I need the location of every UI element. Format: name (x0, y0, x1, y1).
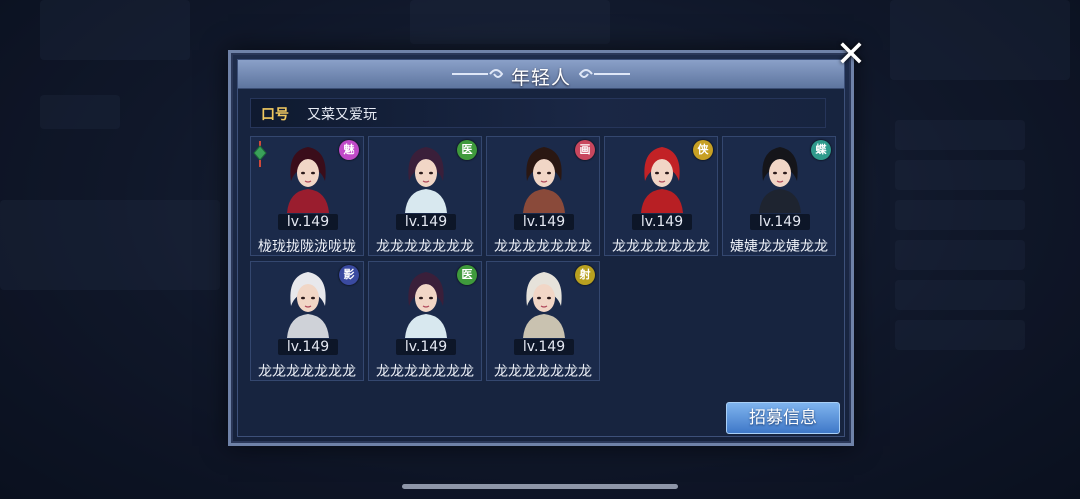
dialog-title: 年轻人 (510, 67, 571, 89)
member-portrait (287, 147, 329, 213)
member-level: lv.149 (278, 339, 338, 355)
member-card[interactable]: 医 lv.149 龙龙龙龙龙龙龙 (368, 261, 482, 381)
member-portrait (523, 272, 565, 338)
member-name: 龙龙龙龙龙龙龙 (376, 239, 474, 255)
member-portrait (405, 147, 447, 213)
member-level: lv.149 (750, 214, 810, 230)
member-level: lv.149 (632, 214, 692, 230)
member-card[interactable]: 射 lv.149 龙龙龙龙龙龙龙 (486, 261, 600, 381)
member-card[interactable]: 医 lv.149 龙龙龙龙龙龙龙 (368, 136, 482, 256)
class-badge-icon: 蝶 (811, 140, 831, 160)
member-card[interactable]: 蝶 lv.149 婕婕龙龙婕龙龙 (722, 136, 836, 256)
member-portrait (287, 272, 329, 338)
close-icon[interactable]: ✕ (834, 37, 868, 73)
member-level: lv.149 (514, 339, 574, 355)
class-badge-icon: 医 (457, 140, 477, 160)
member-level: lv.149 (396, 339, 456, 355)
dialog-body: 年轻人 口号 又菜又爱玩 魅 lv.149 栊珑拢陇泷咙垅医 lv.149 龙龙龙龙龙龙… (237, 59, 845, 437)
class-badge-icon: 侠 (693, 140, 713, 160)
member-name: 龙龙龙龙龙龙龙 (494, 239, 592, 255)
member-name: 龙龙龙龙龙龙龙 (258, 364, 356, 380)
member-name: 龙龙龙龙龙龙龙 (376, 364, 474, 380)
member-portrait (405, 272, 447, 338)
member-portrait (641, 147, 683, 213)
home-indicator[interactable] (402, 484, 678, 489)
dialog-title-bar: 年轻人 (238, 60, 844, 89)
slogan-value: 又菜又爱玩 (307, 107, 377, 123)
member-name: 龙龙龙龙龙龙龙 (494, 364, 592, 380)
class-badge-icon: 医 (457, 265, 477, 285)
member-level: lv.149 (278, 214, 338, 230)
member-level: lv.149 (514, 214, 574, 230)
class-badge-icon: 影 (339, 265, 359, 285)
team-dialog: 年轻人 口号 又菜又爱玩 魅 lv.149 栊珑拢陇泷咙垅医 lv.149 龙龙龙龙龙龙… (228, 50, 854, 446)
recruit-info-button[interactable]: 招募信息 (726, 402, 840, 434)
member-portrait (523, 147, 565, 213)
member-level: lv.149 (396, 214, 456, 230)
leader-pendant-icon (253, 141, 267, 167)
slogan-label: 口号 (261, 107, 289, 123)
class-badge-icon: 魅 (339, 140, 359, 160)
member-name: 婕婕龙龙婕龙龙 (730, 239, 828, 255)
member-card[interactable]: 魅 lv.149 栊珑拢陇泷咙垅 (250, 136, 364, 256)
member-card[interactable]: 画 lv.149 龙龙龙龙龙龙龙 (486, 136, 600, 256)
member-name: 龙龙龙龙龙龙龙 (612, 239, 710, 255)
member-card[interactable]: 侠 lv.149 龙龙龙龙龙龙龙 (604, 136, 718, 256)
member-card[interactable]: 影 lv.149 龙龙龙龙龙龙龙 (250, 261, 364, 381)
cloud-ornament-icon (578, 69, 630, 78)
member-portrait (759, 147, 801, 213)
class-badge-icon: 画 (575, 140, 595, 160)
slogan-bar: 口号 又菜又爱玩 (250, 98, 826, 128)
class-badge-icon: 射 (575, 265, 595, 285)
member-name: 栊珑拢陇泷咙垅 (258, 239, 356, 255)
